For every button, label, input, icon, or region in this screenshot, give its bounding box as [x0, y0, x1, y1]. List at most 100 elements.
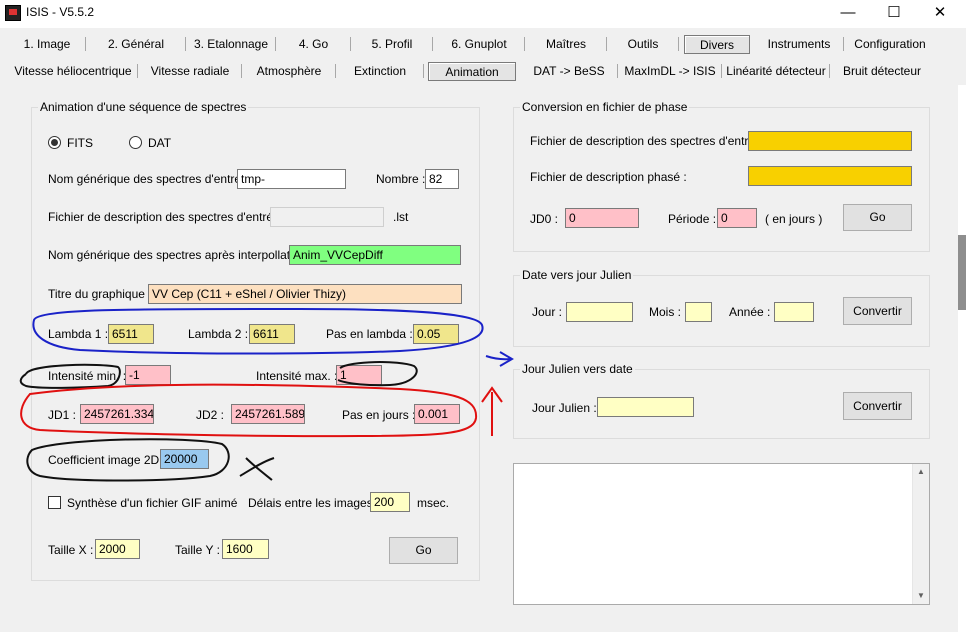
coef-field[interactable]: 20000 [160, 449, 209, 469]
gif-label: Synthèse d'un fichier GIF animé [67, 496, 238, 510]
tab-maitres[interactable]: Maîtres [525, 33, 607, 55]
lambda1-label: Lambda 1 : [48, 327, 109, 341]
year-label: Année : [729, 305, 771, 319]
size-x-label: Taille X : [48, 543, 94, 557]
from-julian-convert-button[interactable]: Convertir [843, 392, 912, 420]
tab-dat-bess[interactable]: DAT -> BeSS [520, 60, 618, 82]
title-bar: ISIS - V5.5.2 — ☐ ✕ [0, 0, 966, 28]
tab-profil[interactable]: 5. Profil [351, 33, 433, 55]
tab-atmosphere[interactable]: Atmosphère [242, 60, 336, 82]
minimize-button[interactable]: — [825, 0, 871, 28]
interp-name-field[interactable]: Anim_VVCepDiff [289, 245, 461, 265]
tab-etalonnage[interactable]: 3. Etalonnage [186, 33, 276, 55]
delay-label: Délais entre les images : [248, 496, 380, 510]
month-label: Mois : [649, 305, 682, 319]
window-title: ISIS - V5.5.2 [26, 5, 95, 19]
tab-vitesse-radiale[interactable]: Vitesse radiale [138, 60, 242, 82]
jd-field[interactable] [597, 397, 694, 417]
step-lambda-field[interactable]: 0.05 [413, 324, 459, 344]
dat-label: DAT [148, 136, 172, 150]
tab-linearite-detecteur[interactable]: Linéarité détecteur [722, 60, 830, 82]
to-julian-convert-button[interactable]: Convertir [843, 297, 912, 325]
fits-radio[interactable] [48, 136, 61, 149]
int-min-field[interactable]: -1 [125, 365, 171, 385]
to-julian-group-title: Date vers jour Julien [520, 268, 634, 282]
lambda1-field[interactable]: 6511 [108, 324, 154, 344]
tab-vitesse-heliocentrique[interactable]: Vitesse héliocentrique [8, 60, 138, 82]
lambda2-field[interactable]: 6611 [249, 324, 295, 344]
coef-label: Coefficient image 2D : [48, 453, 166, 467]
phase-phased-desc-label: Fichier de description phasé : [530, 170, 687, 184]
desc-file-field[interactable] [270, 207, 384, 227]
lst-label: .lst [393, 210, 409, 224]
days-label: ( en jours ) [765, 212, 823, 226]
phase-group-title: Conversion en fichier de phase [520, 100, 690, 114]
dat-radio[interactable] [129, 136, 142, 149]
day-field[interactable] [566, 302, 633, 322]
tab-image[interactable]: 1. Image [8, 33, 86, 55]
int-min-label: Intensité min. : [48, 369, 127, 383]
phase-input-desc-label: Fichier de description des spectres d'en… [530, 134, 769, 148]
phase-phased-desc-field[interactable] [748, 166, 912, 186]
scroll-up-icon[interactable]: ▲ [913, 464, 929, 480]
jd-label: Jour Julien : [532, 401, 597, 415]
msec-label: msec. [417, 496, 450, 510]
window-scroll-track[interactable] [958, 85, 966, 632]
close-button[interactable]: ✕ [917, 0, 963, 28]
period-field[interactable]: 0 [717, 208, 757, 228]
tab-configuration[interactable]: Configuration [844, 33, 936, 55]
lambda2-label: Lambda 2 : [188, 327, 249, 341]
tab-go[interactable]: 4. Go [276, 33, 351, 55]
fits-label: FITS [67, 136, 93, 150]
int-max-field[interactable]: 1 [336, 365, 382, 385]
year-field[interactable] [774, 302, 814, 322]
tab-bruit-detecteur[interactable]: Bruit détecteur [830, 60, 934, 82]
window-scroll-thumb[interactable] [958, 235, 966, 310]
count-label: Nombre : [376, 172, 426, 186]
red-arrow-annotation [481, 386, 503, 436]
count-field[interactable]: 82 [425, 169, 459, 189]
tab-instruments[interactable]: Instruments [754, 33, 844, 55]
tab-maximdl-isis[interactable]: MaxImDL -> ISIS [618, 60, 722, 82]
jd2-label: JD2 : [196, 408, 225, 422]
size-x-field[interactable]: 2000 [95, 539, 140, 559]
log-scrollbar[interactable]: ▲ ▼ [912, 464, 929, 604]
tab-outils[interactable]: Outils [607, 33, 679, 55]
animation-go-button[interactable]: Go [389, 537, 458, 564]
period-label: Période : [668, 212, 717, 226]
input-name-field[interactable]: tmp- [237, 169, 346, 189]
jd0-field[interactable]: 0 [565, 208, 639, 228]
jd0-label: JD0 : [530, 212, 559, 226]
phase-go-button[interactable]: Go [843, 204, 912, 231]
size-y-label: Taille Y : [175, 543, 220, 557]
graph-title-field[interactable]: VV Cep (C11 + eShel / Olivier Thizy) [148, 284, 462, 304]
phase-input-desc-field[interactable] [748, 131, 912, 151]
blue-arrow-annotation [485, 351, 514, 367]
tab-gnuplot[interactable]: 6. Gnuplot [433, 33, 525, 55]
tab-general[interactable]: 2. Général [86, 33, 186, 55]
desc-file-label: Fichier de description des spectres d'en… [48, 210, 287, 224]
day-label: Jour : [532, 305, 563, 319]
step-lambda-label: Pas en lambda : [326, 327, 413, 341]
from-julian-group-title: Jour Julien vers date [520, 362, 635, 376]
maximize-button[interactable]: ☐ [871, 0, 917, 28]
step-days-field[interactable]: 0.001 [414, 404, 460, 424]
month-field[interactable] [685, 302, 712, 322]
tab-divers[interactable]: Divers [684, 35, 750, 54]
input-name-label: Nom générique des spectres d'entrée : [48, 172, 255, 186]
jd2-field[interactable]: 2457261.589 [231, 404, 305, 424]
int-max-label: Intensité max. : [256, 369, 338, 383]
step-days-label: Pas en jours : [342, 408, 416, 422]
jd1-field[interactable]: 2457261.334 [80, 404, 154, 424]
log-textarea[interactable]: ▲ ▼ [513, 463, 930, 605]
tab-extinction[interactable]: Extinction [336, 60, 424, 82]
gif-checkbox[interactable] [48, 496, 61, 509]
animation-group-title: Animation d'une séquence de spectres [38, 100, 249, 114]
delay-field[interactable]: 200 [370, 492, 410, 512]
jd1-label: JD1 : [48, 408, 77, 422]
scroll-down-icon[interactable]: ▼ [913, 588, 929, 604]
size-y-field[interactable]: 1600 [222, 539, 269, 559]
graph-title-label: Titre du graphique : [48, 287, 152, 301]
tab-animation[interactable]: Animation [428, 62, 516, 81]
app-icon [5, 5, 21, 21]
